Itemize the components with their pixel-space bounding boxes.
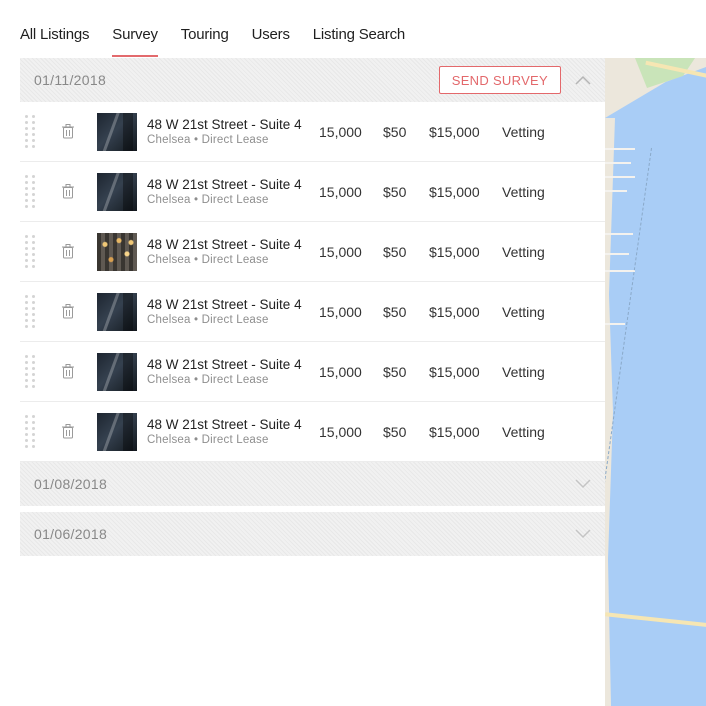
listing-info[interactable]: 48 W 21st Street - Suite 4 Chelsea • Dir… <box>147 116 317 148</box>
listing-status: Vetting <box>502 363 545 380</box>
listing-status: Vetting <box>502 243 545 260</box>
listing-total: $15,000 <box>429 123 480 140</box>
map-pier <box>605 148 635 150</box>
listing-rate: $50 <box>383 123 407 140</box>
listing-title: 48 W 21st Street - Suite 4 <box>147 176 302 192</box>
listing-sqft: 15,000 <box>319 303 362 320</box>
listing-subtitle: Chelsea • Direct Lease <box>147 253 269 266</box>
map-pier <box>605 176 635 178</box>
listing-info[interactable]: 48 W 21st Street - Suite 4 Chelsea • Dir… <box>147 236 317 268</box>
table-row[interactable]: 48 W 21st Street - Suite 4 Chelsea • Dir… <box>20 162 605 222</box>
listing-list: 48 W 21st Street - Suite 4 Chelsea • Dir… <box>20 102 605 462</box>
listing-sqft: 15,000 <box>319 363 362 380</box>
map-pier <box>605 190 627 192</box>
tab-listing-search[interactable]: Listing Search <box>313 26 405 57</box>
listing-rate: $50 <box>383 423 407 440</box>
listing-title: 48 W 21st Street - Suite 4 <box>147 236 302 252</box>
map-pier <box>605 323 625 325</box>
map-pier <box>605 162 631 164</box>
table-row[interactable]: 48 W 21st Street - Suite 4 Chelsea • Dir… <box>20 282 605 342</box>
drag-handle-icon[interactable] <box>25 235 39 269</box>
map-pier <box>605 233 633 235</box>
listing-sqft: 15,000 <box>319 243 362 260</box>
tab-all-listings[interactable]: All Listings <box>20 26 89 57</box>
drag-handle-icon[interactable] <box>25 175 39 209</box>
listing-total: $15,000 <box>429 303 480 320</box>
chevron-up-icon[interactable] <box>561 58 605 102</box>
listing-thumbnail[interactable] <box>97 232 137 271</box>
listing-info[interactable]: 48 W 21st Street - Suite 4 Chelsea • Dir… <box>147 176 317 208</box>
listing-rate: $50 <box>383 363 407 380</box>
chevron-down-icon[interactable] <box>561 462 605 506</box>
listing-subtitle: Chelsea • Direct Lease <box>147 433 269 446</box>
listing-title: 48 W 21st Street - Suite 4 <box>147 356 302 372</box>
survey-group-header[interactable]: 01/08/2018 <box>20 462 605 506</box>
trash-icon[interactable] <box>60 363 76 381</box>
group-date: 01/06/2018 <box>34 526 108 542</box>
listing-title: 48 W 21st Street - Suite 4 <box>147 296 302 312</box>
listing-sqft: 15,000 <box>319 183 362 200</box>
listing-rate: $50 <box>383 303 407 320</box>
survey-panel: 01/11/2018 SEND SURVEY 48 W 21st Street … <box>20 58 605 556</box>
trash-icon[interactable] <box>60 183 76 201</box>
drag-handle-icon[interactable] <box>25 115 39 149</box>
listing-total: $15,000 <box>429 363 480 380</box>
listing-status: Vetting <box>502 303 545 320</box>
listing-thumbnail[interactable] <box>97 412 137 451</box>
listing-title: 48 W 21st Street - Suite 4 <box>147 116 302 132</box>
listing-info[interactable]: 48 W 21st Street - Suite 4 Chelsea • Dir… <box>147 416 317 448</box>
trash-icon[interactable] <box>60 423 76 441</box>
survey-group-header[interactable]: 01/06/2018 <box>20 512 605 556</box>
chevron-down-icon[interactable] <box>561 512 605 556</box>
table-row[interactable]: 48 W 21st Street - Suite 4 Chelsea • Dir… <box>20 342 605 402</box>
listing-subtitle: Chelsea • Direct Lease <box>147 193 269 206</box>
drag-handle-icon[interactable] <box>25 355 39 389</box>
listing-title: 48 W 21st Street - Suite 4 <box>147 416 302 432</box>
listing-status: Vetting <box>502 183 545 200</box>
drag-handle-icon[interactable] <box>25 295 39 329</box>
tab-users[interactable]: Users <box>252 26 290 57</box>
group-date: 01/08/2018 <box>34 476 108 492</box>
table-row[interactable]: 48 W 21st Street - Suite 4 Chelsea • Dir… <box>20 102 605 162</box>
listing-rate: $50 <box>383 183 407 200</box>
trash-icon[interactable] <box>60 303 76 321</box>
trash-icon[interactable] <box>60 123 76 141</box>
table-row[interactable]: 48 W 21st Street - Suite 4 Chelsea • Dir… <box>20 222 605 282</box>
listing-status: Vetting <box>502 123 545 140</box>
listing-sqft: 15,000 <box>319 423 362 440</box>
listing-total: $15,000 <box>429 183 480 200</box>
listing-thumbnail[interactable] <box>97 172 137 211</box>
group-date: 01/11/2018 <box>34 72 107 88</box>
map-road <box>605 612 706 628</box>
listing-thumbnail[interactable] <box>97 112 137 151</box>
group-actions: SEND SURVEY <box>438 58 605 102</box>
table-row[interactable]: 48 W 21st Street - Suite 4 Chelsea • Dir… <box>20 402 605 462</box>
listing-total: $15,000 <box>429 243 480 260</box>
listing-subtitle: Chelsea • Direct Lease <box>147 373 269 386</box>
tab-survey[interactable]: Survey <box>112 26 158 57</box>
listing-info[interactable]: 48 W 21st Street - Suite 4 Chelsea • Dir… <box>147 296 317 328</box>
listing-rate: $50 <box>383 243 407 260</box>
drag-handle-icon[interactable] <box>25 415 39 449</box>
listing-thumbnail[interactable] <box>97 292 137 331</box>
listing-info[interactable]: 48 W 21st Street - Suite 4 Chelsea • Dir… <box>147 356 317 388</box>
map-pier <box>605 270 635 272</box>
map-view[interactable] <box>605 58 706 706</box>
tab-touring[interactable]: Touring <box>181 26 229 57</box>
survey-group-header[interactable]: 01/11/2018 SEND SURVEY <box>20 58 605 102</box>
listing-subtitle: Chelsea • Direct Lease <box>147 133 269 146</box>
listing-sqft: 15,000 <box>319 123 362 140</box>
map-pier <box>605 253 629 255</box>
tab-bar: All Listings Survey Touring Users Listin… <box>20 26 428 58</box>
listing-total: $15,000 <box>429 423 480 440</box>
listing-thumbnail[interactable] <box>97 352 137 391</box>
trash-icon[interactable] <box>60 243 76 261</box>
listing-status: Vetting <box>502 423 545 440</box>
listing-subtitle: Chelsea • Direct Lease <box>147 313 269 326</box>
send-survey-button[interactable]: SEND SURVEY <box>438 66 561 94</box>
